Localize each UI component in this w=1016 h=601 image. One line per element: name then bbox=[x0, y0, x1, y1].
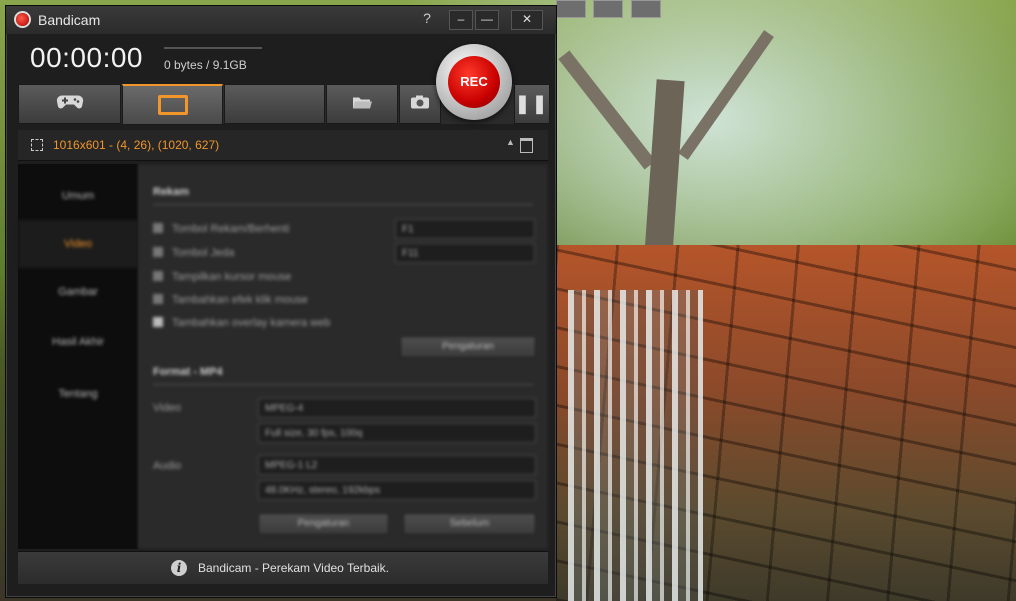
open-folder-button[interactable] bbox=[326, 84, 398, 124]
status-bar: i Bandicam - Perekam Video Terbaik. bbox=[18, 551, 548, 584]
region-coordinates: 1016x601 - (4, 26), (1020, 627) bbox=[53, 138, 220, 152]
divider bbox=[153, 384, 533, 385]
help-button[interactable]: ? bbox=[420, 10, 434, 26]
option-label: Tambahkan overlay kamera web bbox=[172, 317, 331, 329]
audio-codec-field[interactable]: MPEG-1 L2 bbox=[258, 455, 536, 475]
info-icon: i bbox=[171, 560, 187, 576]
screenshot-button[interactable] bbox=[399, 84, 441, 124]
device-mode-button[interactable] bbox=[224, 84, 325, 124]
folder-icon bbox=[352, 94, 372, 115]
video-settings-panel: Rekam Tombol Rekam/Berhenti F1 Tombol Je… bbox=[138, 164, 548, 549]
recording-size: 0 bytes / 9.1GB bbox=[164, 58, 247, 72]
minimize-to-tray-button[interactable]: – bbox=[449, 10, 473, 30]
rectangle-icon bbox=[157, 95, 188, 115]
checkbox[interactable] bbox=[153, 223, 163, 233]
gamepad-icon bbox=[56, 93, 84, 116]
sidebar-item-about[interactable]: Tentang bbox=[18, 370, 138, 418]
sidebar-item-output[interactable]: Hasil Akhir bbox=[18, 318, 138, 366]
desktop-icon[interactable] bbox=[630, 0, 661, 18]
region-bar: 1016x601 - (4, 26), (1020, 627) ▲ bbox=[18, 130, 548, 161]
option-show-cursor[interactable]: Tampilkan kursor mouse bbox=[153, 271, 291, 283]
bandicam-logo-icon bbox=[16, 13, 29, 26]
camera-icon bbox=[410, 94, 430, 115]
video-detail-field[interactable]: Full size, 30 fps, 100q bbox=[258, 423, 536, 443]
size-progress-line bbox=[164, 47, 262, 49]
rec-button-label: REC bbox=[448, 56, 500, 108]
sidebar-item-video[interactable]: Video bbox=[18, 220, 138, 268]
checkbox[interactable] bbox=[153, 294, 163, 304]
pause-button[interactable]: ❚❚ bbox=[514, 84, 550, 124]
rec-button[interactable]: REC bbox=[436, 44, 512, 120]
pause-icon: ❚❚ bbox=[514, 93, 550, 114]
close-button[interactable]: ✕ bbox=[511, 10, 543, 30]
recording-timer: 00:00:00 bbox=[30, 42, 143, 73]
sidebar-item-general[interactable]: Umum bbox=[18, 172, 138, 220]
desktop-icon[interactable] bbox=[593, 0, 624, 18]
option-label: Tombol Rekam/Berhenti bbox=[172, 223, 290, 235]
audio-detail-field[interactable]: 48.0KHz, stereo, 192kbps bbox=[258, 480, 536, 500]
record-section-title: Rekam bbox=[153, 186, 190, 198]
tree-branch bbox=[678, 30, 774, 160]
checkbox[interactable] bbox=[153, 271, 163, 281]
window-mode-icon[interactable] bbox=[520, 138, 533, 153]
tree-branch bbox=[558, 50, 656, 170]
option-click-effect[interactable]: Tambahkan efek klik mouse bbox=[153, 294, 308, 306]
collapse-arrow-icon[interactable]: ▲ bbox=[506, 137, 515, 147]
divider bbox=[153, 204, 533, 205]
bandicam-window: Bandicam ? – — ✕ 00:00:00 0 bytes / 9.1G… bbox=[5, 5, 557, 598]
record-hotkey-field[interactable]: F1 bbox=[395, 219, 535, 239]
status-text[interactable]: Bandicam - Perekam Video Terbaik. bbox=[198, 561, 389, 575]
audio-label: Audio bbox=[153, 460, 182, 472]
checkbox[interactable] bbox=[153, 317, 163, 327]
pause-hotkey-field[interactable]: F11 bbox=[395, 243, 535, 263]
option-pause-hotkey[interactable]: Tombol Jeda bbox=[153, 247, 234, 259]
title-bar[interactable]: Bandicam ? – — ✕ bbox=[6, 6, 556, 34]
format-presets-button[interactable]: Sebelum bbox=[403, 513, 536, 535]
rectangle-mode-button[interactable] bbox=[122, 84, 223, 125]
option-record-hotkey[interactable]: Tombol Rekam/Berhenti bbox=[153, 223, 289, 235]
option-label: Tambahkan efek klik mouse bbox=[172, 294, 308, 306]
game-mode-button[interactable] bbox=[18, 84, 121, 124]
sidebar-item-image[interactable]: Gambar bbox=[18, 268, 138, 316]
record-settings-button[interactable]: Pengaturan bbox=[400, 336, 536, 358]
desktop-icon[interactable] bbox=[556, 0, 586, 18]
desktop-icons-strip bbox=[556, 0, 665, 18]
select-region-icon[interactable] bbox=[31, 139, 43, 151]
option-webcam-overlay[interactable]: Tambahkan overlay kamera web bbox=[153, 317, 330, 329]
video-codec-field[interactable]: MPEG-4 bbox=[258, 398, 536, 418]
window-title: Bandicam bbox=[38, 12, 101, 28]
tree-trunk bbox=[643, 79, 685, 271]
waterfall bbox=[568, 290, 703, 601]
option-label: Tombol Jeda bbox=[172, 247, 235, 259]
format-section-title: Format - MP4 bbox=[153, 366, 223, 378]
settings-sidebar: Umum Video Gambar Hasil Akhir Tentang bbox=[18, 164, 138, 549]
format-settings-button[interactable]: Pengaturan bbox=[258, 513, 389, 535]
minimize-button[interactable]: — bbox=[475, 10, 499, 30]
video-label: Video bbox=[153, 402, 181, 414]
option-label: Tampilkan kursor mouse bbox=[172, 271, 292, 283]
checkbox[interactable] bbox=[153, 247, 163, 257]
